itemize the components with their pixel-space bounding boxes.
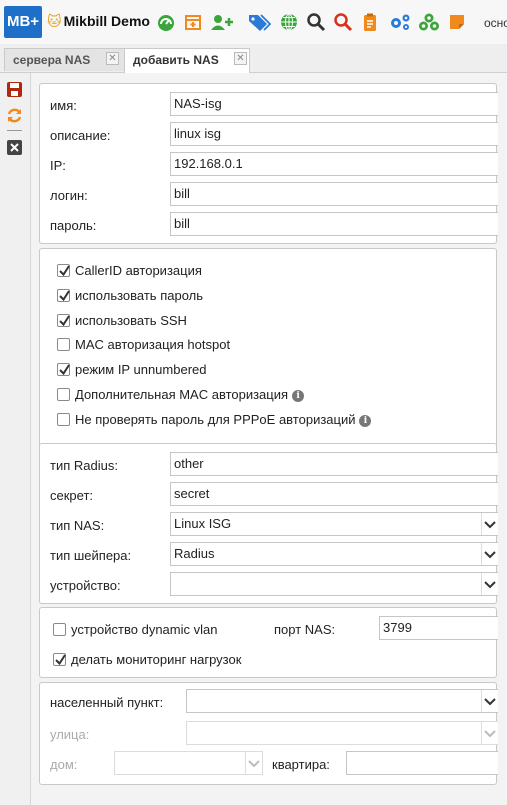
mac-hotspot-checkbox[interactable] [57, 338, 70, 351]
side-toolbar [0, 73, 31, 805]
description-label: описание: [50, 128, 111, 143]
shaper-type-label: тип шейпера: [50, 548, 132, 563]
vlan-panel: устройство dynamic vlan порт NAS: 3799 д… [39, 607, 498, 678]
monitoring-checkbox[interactable] [53, 653, 66, 666]
close-icon[interactable]: ✕ [234, 52, 247, 65]
chevron-down-icon [481, 690, 496, 712]
nas-port-label: порт NAS: [274, 622, 336, 637]
clipboard-icon[interactable] [360, 12, 380, 32]
app-logo[interactable]: MB+ [4, 6, 42, 38]
house-select[interactable] [114, 751, 263, 775]
monitoring-label: делать мониторинг нагрузок [71, 652, 242, 667]
callerid-label: CallerID авторизация [75, 263, 202, 278]
radius-panel: тип Radius: other секрет: secret тип NAS… [39, 443, 498, 604]
cancel-icon[interactable] [6, 139, 23, 156]
extra-mac-label: Дополнительная MAC авторизация i [75, 387, 305, 402]
nas-type-select[interactable]: Linux ISG [170, 512, 498, 536]
ip-unnumbered-checkbox[interactable] [57, 363, 70, 376]
name-label: имя: [50, 98, 77, 113]
tab-nas-servers[interactable]: сервера NAS ✕ [4, 48, 127, 71]
globe-icon[interactable] [279, 12, 299, 32]
city-select[interactable] [186, 689, 498, 713]
use-password-label: использовать пароль [75, 288, 203, 303]
apartment-label: квартира: [272, 757, 330, 772]
tab-add-nas[interactable]: добавить NAS ✕ [124, 48, 250, 73]
dynamic-vlan-label: устройство dynamic vlan [71, 622, 218, 637]
brand-label: Mikbill Demo [63, 13, 150, 29]
tab-label: добавить NAS [133, 53, 219, 67]
chevron-down-icon [481, 543, 496, 565]
close-icon[interactable]: ✕ [106, 52, 119, 65]
login-input[interactable]: bill [170, 182, 498, 206]
chevron-down-icon [481, 722, 496, 744]
device-label: устройство: [50, 578, 121, 593]
nas-type-label: тип NAS: [50, 518, 105, 533]
login-label: логин: [50, 188, 88, 203]
house-label: дом: [50, 757, 78, 772]
chevron-down-icon [481, 513, 496, 535]
top-navbar: MB+ 🐱 Mikbill Demo осно [0, 0, 507, 45]
city-label: населенный пункт: [50, 695, 164, 710]
pppoe-skip-password-checkbox[interactable] [57, 413, 70, 426]
callerid-checkbox[interactable] [57, 264, 70, 277]
general-panel: имя: NAS-isg описание: linux isg IP: 192… [39, 83, 498, 244]
dashboard-icon[interactable] [156, 12, 176, 32]
extra-mac-text: Дополнительная MAC авторизация [75, 387, 289, 402]
tab-bar: сервера NAS ✕ добавить NAS ✕ [0, 44, 507, 73]
calendar-icon[interactable] [183, 12, 203, 32]
refresh-icon[interactable] [6, 107, 23, 124]
network-icon[interactable] [418, 12, 440, 32]
search-icon[interactable] [306, 12, 326, 32]
menu-overflow-label[interactable]: осно [484, 16, 507, 30]
name-input[interactable]: NAS-isg [170, 92, 498, 116]
chevron-down-icon [245, 752, 260, 774]
add-user-icon[interactable] [210, 12, 234, 32]
pppoe-skip-password-label: Не проверять пароль для PPPoE авторизаци… [75, 412, 372, 427]
info-icon[interactable]: i [359, 415, 372, 427]
use-password-checkbox[interactable] [57, 289, 70, 302]
password-input[interactable]: bill [170, 212, 498, 236]
ip-label: IP: [50, 158, 66, 173]
use-ssh-checkbox[interactable] [57, 314, 70, 327]
street-select[interactable] [186, 721, 498, 745]
dynamic-vlan-checkbox[interactable] [53, 623, 66, 636]
nas-port-input[interactable]: 3799 [379, 616, 498, 640]
save-icon[interactable] [6, 81, 23, 98]
brand-name[interactable]: 🐱 Mikbill Demo [47, 13, 150, 30]
ip-input[interactable]: 192.168.0.1 [170, 152, 498, 176]
radius-type-input[interactable]: other [170, 452, 498, 476]
chevron-down-icon [481, 573, 496, 595]
description-input[interactable]: linux isg [170, 122, 498, 146]
use-ssh-label: использовать SSH [75, 313, 187, 328]
secret-label: секрет: [50, 488, 94, 503]
cat-icon: 🐱 [47, 13, 62, 29]
pppoe-skip-password-text: Не проверять пароль для PPPoE авторизаци… [75, 412, 356, 427]
radius-type-label: тип Radius: [50, 458, 118, 473]
shaper-type-select[interactable]: Radius [170, 542, 498, 566]
device-select[interactable] [170, 572, 498, 596]
extra-mac-checkbox[interactable] [57, 388, 70, 401]
note-icon[interactable] [447, 12, 467, 32]
ip-unnumbered-label: режим IP unnumbered [75, 362, 207, 377]
street-label: улица: [50, 727, 90, 742]
nas-type-value: Linux ISG [174, 516, 232, 531]
form-area: имя: NAS-isg описание: linux isg IP: 192… [31, 73, 507, 805]
tab-label: сервера NAS [13, 53, 91, 67]
gears-icon[interactable] [388, 12, 412, 32]
secret-input[interactable]: secret [170, 482, 498, 506]
password-label: пароль: [50, 218, 97, 233]
mac-hotspot-label: MAC авторизация hotspot [75, 337, 231, 352]
toolbar-divider [7, 130, 22, 131]
search-red-icon[interactable] [333, 12, 353, 32]
shaper-type-value: Radius [174, 546, 215, 561]
info-icon[interactable]: i [292, 390, 305, 402]
apartment-input[interactable] [346, 751, 498, 775]
address-panel: населенный пункт: улица: дом: квартира: [39, 682, 498, 785]
tags-icon[interactable] [247, 12, 271, 32]
